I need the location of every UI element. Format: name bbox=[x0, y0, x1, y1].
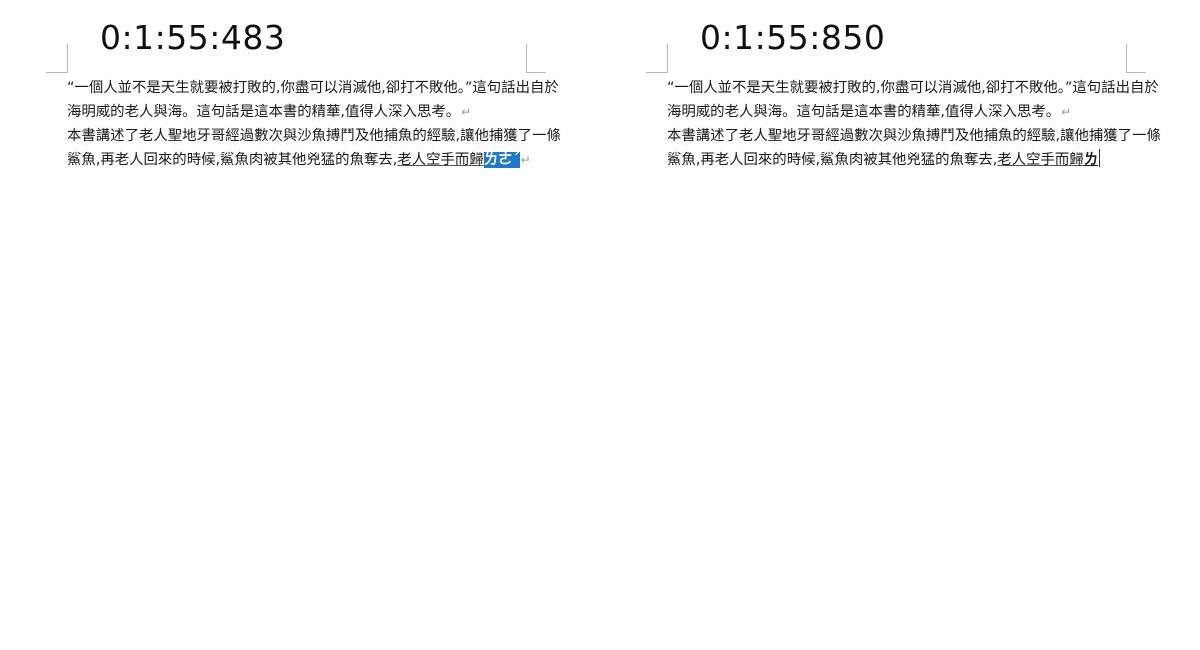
underlined-text: 老人空手而歸 bbox=[997, 152, 1084, 168]
page-corner-mark bbox=[1126, 44, 1127, 73]
text-line: 本書講述了老人聖地牙哥經過數次與沙魚搏鬥及他捕魚的經驗,讓他捕獲了一條 bbox=[67, 128, 561, 144]
text-line: 鯊魚,再老人回來的時候,鯊魚肉被其他兇猛的魚奪去,老人空手而歸ㄌㄜˊ↵ bbox=[67, 152, 531, 168]
document-body[interactable]: “一個人並不是天生就要被打敗的,你盡可以消滅他,卻打不敗他。”這句話出自於 海明… bbox=[67, 76, 561, 172]
text-caret bbox=[1099, 149, 1101, 167]
page-corner-mark bbox=[526, 44, 527, 73]
elapsed-timer: 0:1:55:483 bbox=[100, 18, 286, 57]
underlined-text: 老人空手而歸 bbox=[397, 152, 484, 168]
page-corner-mark bbox=[526, 72, 546, 73]
page-corner-mark bbox=[67, 44, 68, 73]
text-line: 海明威的老人與海。這句話是這本書的精華,值得人深入思考。↵ bbox=[67, 104, 472, 120]
page-corner-mark bbox=[667, 44, 668, 73]
page-corner-mark bbox=[646, 72, 668, 73]
elapsed-timer: 0:1:55:850 bbox=[700, 18, 886, 57]
paragraph-mark-icon: ↵ bbox=[1061, 105, 1072, 119]
text-line: 本書講述了老人聖地牙哥經過數次與沙魚搏鬥及他捕魚的經驗,讓他捕獲了一條 bbox=[667, 128, 1161, 144]
text-line: “一個人並不是天生就要被打敗的,你盡可以消滅他,卻打不敗他。”這句話出自於 bbox=[67, 80, 559, 96]
page-corner-mark bbox=[1126, 72, 1146, 73]
ime-composition-selection[interactable]: ㄌㄜˊ bbox=[483, 152, 520, 168]
recording-frame-left: 0:1:55:483 “一個人並不是天生就要被打敗的,你盡可以消滅他,卻打不敗他… bbox=[0, 0, 600, 650]
recording-frame-right: 0:1:55:850 “一個人並不是天生就要被打敗的,你盡可以消滅他,卻打不敗他… bbox=[600, 0, 1200, 650]
text-line: 海明威的老人與海。這句話是這本書的精華,值得人深入思考。↵ bbox=[667, 104, 1072, 120]
ime-composition-text[interactable]: ㄌ bbox=[1084, 152, 1098, 168]
paragraph-mark-icon: ↵ bbox=[520, 153, 531, 167]
text-line: “一個人並不是天生就要被打敗的,你盡可以消滅他,卻打不敗他。”這句話出自於 bbox=[667, 80, 1159, 96]
text-line: 鯊魚,再老人回來的時候,鯊魚肉被其他兇猛的魚奪去,老人空手而歸ㄌ bbox=[667, 148, 1137, 172]
page-corner-mark bbox=[46, 72, 68, 73]
paragraph-mark-icon: ↵ bbox=[461, 105, 472, 119]
document-body[interactable]: “一個人並不是天生就要被打敗的,你盡可以消滅他,卻打不敗他。”這句話出自於 海明… bbox=[667, 76, 1161, 172]
